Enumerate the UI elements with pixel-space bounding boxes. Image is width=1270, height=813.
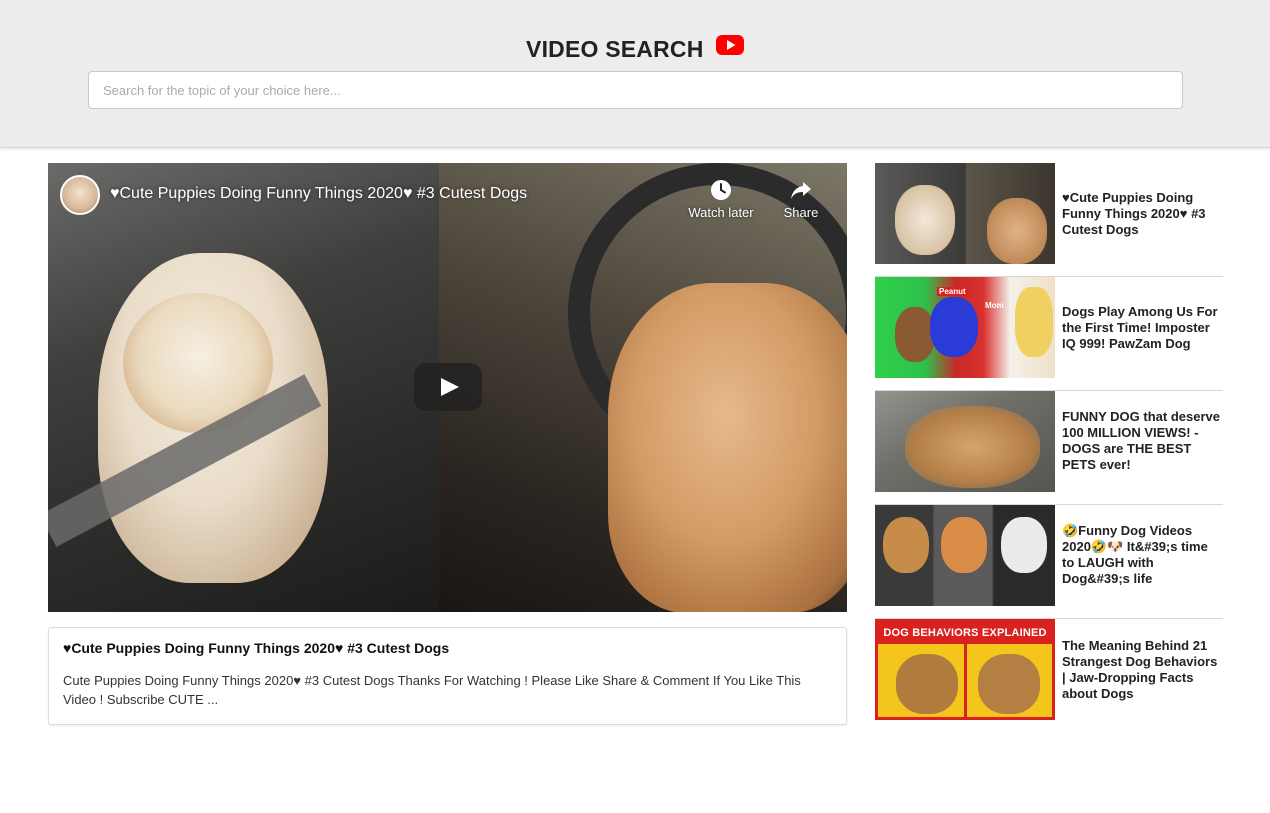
share-button[interactable]: Share <box>761 175 841 220</box>
player-video-title[interactable]: ♥Cute Puppies Doing Funny Things 2020♥ #… <box>110 185 527 203</box>
search-input[interactable] <box>88 71 1183 109</box>
thumb-text: Mom <box>985 301 1004 310</box>
video-thumbnail[interactable] <box>875 163 1055 264</box>
video-list-item-title[interactable]: FUNNY DOG that deserve 100 MILLION VIEWS… <box>1062 409 1223 473</box>
video-list: ♥Cute Puppies Doing Funny Things 2020♥ #… <box>875 163 1223 733</box>
watch-later-button[interactable]: Watch later <box>681 175 761 220</box>
video-list-item[interactable]: FUNNY DOG that deserve 100 MILLION VIEWS… <box>875 391 1223 505</box>
video-thumbnail[interactable]: Peanut Mom <box>875 277 1055 378</box>
watch-later-label: Watch later <box>688 205 754 220</box>
video-player[interactable]: ♥Cute Puppies Doing Funny Things 2020♥ #… <box>48 163 847 612</box>
video-thumbnail[interactable]: DOG BEHAVIORS EXPLAINED <box>875 619 1055 720</box>
video-list-item[interactable]: ♥Cute Puppies Doing Funny Things 2020♥ #… <box>875 163 1223 277</box>
video-details: ♥Cute Puppies Doing Funny Things 2020♥ #… <box>48 627 847 725</box>
share-label: Share <box>783 205 819 220</box>
brand: VIDEO SEARCH <box>0 35 1270 63</box>
video-list-item[interactable]: 🤣Funny Dog Videos 2020🤣🐶 It&#39;s time t… <box>875 505 1223 619</box>
video-list-item-title[interactable]: The Meaning Behind 21 Strangest Dog Beha… <box>1062 638 1223 702</box>
puppy-image-right <box>608 283 847 612</box>
share-arrow-icon <box>791 182 811 199</box>
video-frame-left <box>48 163 439 612</box>
video-details-title: ♥Cute Puppies Doing Funny Things 2020♥ #… <box>63 640 450 656</box>
app-title: VIDEO SEARCH <box>526 36 704 62</box>
video-list-item-title[interactable]: ♥Cute Puppies Doing Funny Things 2020♥ #… <box>1062 190 1223 238</box>
video-list-item-title[interactable]: 🤣Funny Dog Videos 2020🤣🐶 It&#39;s time t… <box>1062 523 1223 587</box>
channel-avatar[interactable] <box>60 175 100 215</box>
video-thumbnail[interactable] <box>875 505 1055 606</box>
thumb-text: Peanut <box>937 287 968 296</box>
video-list-item[interactable]: Peanut Mom Dogs Play Among Us For the Fi… <box>875 277 1223 391</box>
video-list-item[interactable]: DOG BEHAVIORS EXPLAINED The Meaning Behi… <box>875 619 1223 733</box>
thumb-text: DOG BEHAVIORS EXPLAINED <box>878 622 1052 644</box>
video-description: Cute Puppies Doing Funny Things 2020♥ #3… <box>63 673 801 707</box>
video-thumbnail[interactable] <box>875 391 1055 492</box>
clock-icon <box>711 180 731 200</box>
header: VIDEO SEARCH <box>0 0 1270 148</box>
youtube-icon <box>715 35 744 60</box>
video-list-item-title[interactable]: Dogs Play Among Us For the First Time! I… <box>1062 304 1223 352</box>
play-button[interactable] <box>414 363 482 411</box>
